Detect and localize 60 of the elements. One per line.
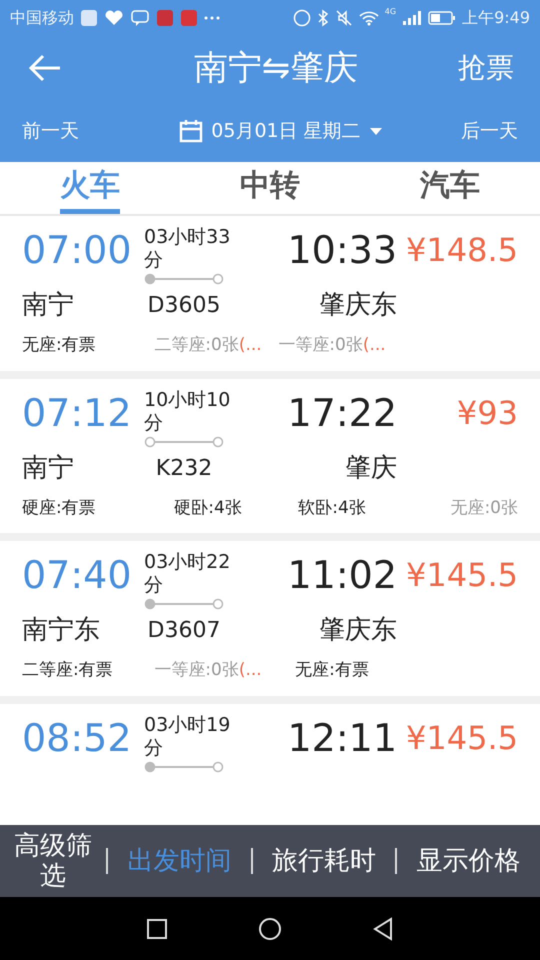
- travel-duration: 03小时22分: [144, 551, 232, 597]
- train-number: D3605: [148, 292, 220, 320]
- home-button[interactable]: [258, 916, 282, 940]
- arrival-time: 17:22: [286, 390, 397, 436]
- train-number: K232: [156, 454, 212, 482]
- mute-icon: [334, 9, 353, 27]
- departure-time: 07:00: [22, 227, 133, 274]
- sort-option[interactable]: 高级筛选: [0, 831, 106, 891]
- ticket-price: ¥93: [456, 392, 518, 434]
- seat-availability: 无座:有票: [22, 334, 97, 357]
- seat-availability: 二等座:0张(...: [153, 334, 263, 357]
- network-type: 4G: [384, 6, 396, 18]
- app-icon: [180, 9, 198, 27]
- seat-availability: 无座:有票: [294, 659, 370, 682]
- clock-time: 上午9:49: [462, 7, 530, 29]
- ticket-price: ¥148.5: [405, 230, 518, 271]
- seat-availability: 一等座:0张(...: [277, 334, 387, 357]
- seat-availability: 二等座:有票: [22, 659, 114, 682]
- seat-availability: 软卧:4张: [297, 496, 367, 520]
- recent-apps-button[interactable]: [144, 916, 169, 940]
- dropdown-caret-icon: [368, 126, 383, 136]
- seat-availability: 一等座:0张(...: [153, 659, 263, 682]
- arrival-time: 12:11: [286, 714, 397, 762]
- transport-tab[interactable]: 汽车: [420, 162, 480, 214]
- heart-icon: [104, 10, 124, 26]
- signal-icon: [402, 10, 422, 26]
- arrival-station: 肇庆: [344, 452, 397, 484]
- ticket-price: ¥145.5: [405, 718, 518, 758]
- sort-option[interactable]: 旅行耗时: [252, 842, 396, 880]
- message-icon: [130, 9, 150, 27]
- arrival-time: 10:33: [286, 227, 397, 274]
- seat-availability: 硬卧:4张: [173, 496, 243, 520]
- back-arrow-icon: [28, 54, 62, 82]
- arrival-time: 11:02: [286, 552, 397, 599]
- travel-duration: 03小时33分: [144, 226, 232, 272]
- battery-icon: [428, 10, 456, 26]
- arrival-station: 肇庆东: [318, 614, 397, 647]
- ticket-price: ¥145.5: [405, 555, 518, 596]
- sort-option[interactable]: 显示价格: [397, 842, 540, 880]
- seat-availability: 硬座:有票: [22, 496, 97, 520]
- app-icon: [156, 9, 174, 27]
- departure-time: 08:52: [22, 714, 133, 762]
- carrier-name: 中国移动: [10, 7, 74, 29]
- travel-duration: 10小时10分: [144, 388, 232, 434]
- departure-station: 南宁东: [22, 614, 101, 647]
- wifi-icon: [358, 10, 379, 26]
- departure-time: 07:12: [22, 390, 133, 436]
- travel-duration: 03小时19分: [144, 714, 232, 760]
- arrival-station: 肇庆东: [318, 289, 397, 322]
- departure-time: 07:40: [22, 552, 133, 599]
- route-title: 南宁⇋肇庆: [194, 46, 358, 90]
- more-icon: [204, 15, 220, 21]
- departure-station: 南宁: [22, 452, 75, 484]
- app-icon: [80, 9, 98, 27]
- calendar-icon: [179, 119, 204, 143]
- bluetooth-icon: [316, 9, 329, 27]
- seat-availability: 无座:0张: [449, 496, 518, 520]
- departure-station: 南宁: [22, 289, 75, 322]
- transport-tab[interactable]: 中转: [240, 162, 300, 214]
- train-number: D3607: [148, 617, 220, 645]
